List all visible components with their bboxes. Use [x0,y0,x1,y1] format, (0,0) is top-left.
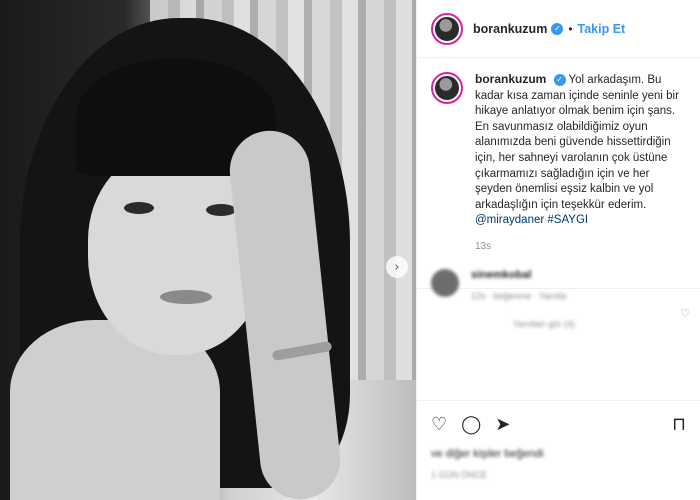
caption-verified-badge-icon: ✓ [553,73,566,86]
post-date: 1 GÜN ÖNCE [431,470,488,480]
header-separator: • [568,21,573,36]
action-bar: ♡ ◯ ➤ [431,414,510,435]
photo-lips [160,290,212,304]
comment-icon[interactable]: ◯ [461,414,481,435]
likes-summary[interactable]: ve diğer kişiler beğendi [431,448,544,460]
header-username[interactable]: borankuzum [473,22,547,36]
post-caption: borankuzum ✓ Yol arkadaşım. Bu kadar kıs… [417,58,700,255]
photo-right-eye [206,204,236,216]
mention-link[interactable]: @miraydaner [475,214,544,226]
comment-avatar[interactable] [431,268,459,297]
post-photo[interactable]: › [0,0,416,500]
avatar[interactable] [431,12,463,45]
chevron-right-icon: › [394,259,400,275]
comment-username[interactable]: sinemkobal [471,269,532,281]
bookmark-icon[interactable]: ⊓ [672,414,686,435]
hashtag-link[interactable]: #SAYGI [547,214,588,226]
post-side-panel: borankuzum ✓ • Takip Et borankuzum ✓ Yol… [416,0,700,500]
follow-button[interactable]: Takip Et [578,22,626,36]
caption-username[interactable]: borankuzum [475,72,546,86]
divider [417,400,700,401]
post-header: borankuzum ✓ • Takip Et [417,0,700,58]
share-icon[interactable]: ➤ [495,414,510,435]
caption-body: borankuzum ✓ Yol arkadaşım. Bu kadar kıs… [475,72,680,255]
comment-body: sinemkobal 12s · beğenme · Yanıtla [471,269,566,301]
caption-avatar[interactable] [431,72,463,104]
view-replies-link[interactable]: Yanıtları gör (4) [513,319,700,329]
caption-text: Yol arkadaşım. Bu kadar kısa zaman içind… [475,74,679,211]
heart-icon[interactable]: ♡ [431,414,447,435]
carousel-next-button[interactable]: › [386,256,408,278]
photo-left-eye [124,202,154,214]
comment-item: sinemkobal 12s · beğenme · Yanıtla [417,268,700,301]
caption-timestamp: 13s [475,240,492,252]
verified-badge-icon: ✓ [551,22,564,35]
comment-meta: 12s · beğenme · Yanıtla [471,290,567,301]
instagram-post-view: › borankuzum ✓ • Takip Et borankuzum ✓ Y… [0,0,700,500]
